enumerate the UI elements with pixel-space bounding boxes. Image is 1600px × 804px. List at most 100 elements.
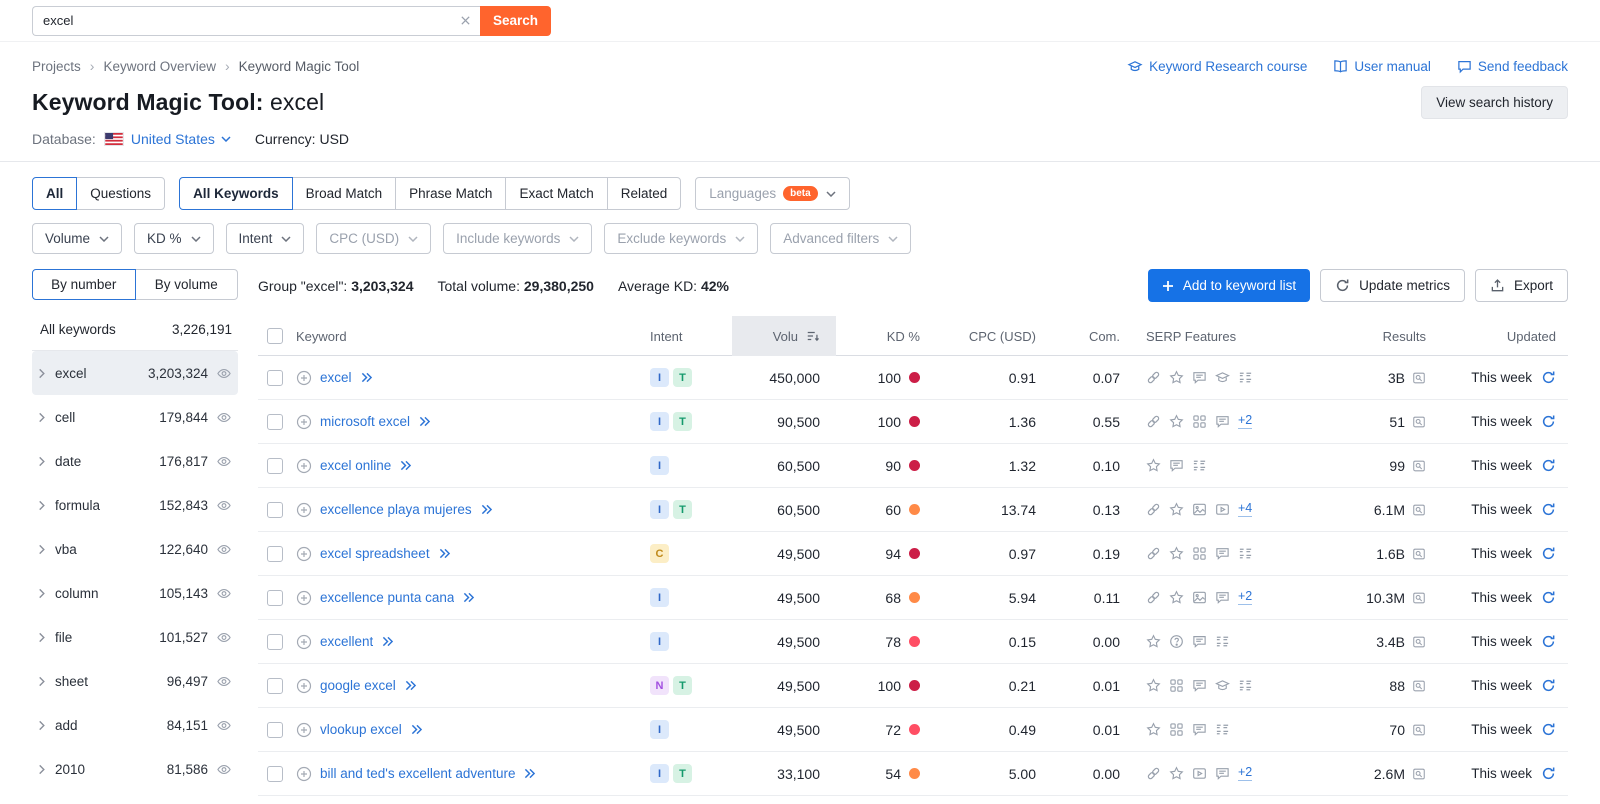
star-icon[interactable] — [1169, 766, 1184, 781]
keyword-link[interactable]: google excel — [320, 678, 396, 693]
clear-search-icon[interactable] — [460, 15, 471, 26]
send-feedback-link[interactable]: Send feedback — [1457, 59, 1568, 74]
breadcrumb-item-keyword-magic-tool[interactable]: Keyword Magic Tool — [239, 59, 360, 74]
sidebar-item-cell[interactable]: cell 179,844 — [32, 395, 238, 439]
search-input[interactable] — [32, 5, 480, 36]
select-all-checkbox[interactable] — [267, 328, 283, 344]
serp-preview-icon[interactable] — [1412, 591, 1426, 605]
refresh-icon[interactable] — [1541, 678, 1556, 693]
reviews-icon[interactable] — [1192, 634, 1207, 649]
video-icon[interactable] — [1215, 502, 1230, 517]
link-icon[interactable] — [1146, 766, 1161, 781]
star-icon[interactable] — [1169, 370, 1184, 385]
sitelinks-icon[interactable] — [1238, 370, 1253, 385]
filter-kd[interactable]: KD % — [134, 223, 214, 254]
reviews-icon[interactable] — [1192, 370, 1207, 385]
hide-group-eye-icon[interactable] — [216, 410, 232, 425]
serp-more-link[interactable]: +2 — [1238, 589, 1253, 605]
star-icon[interactable] — [1169, 414, 1184, 429]
column-header-results[interactable]: Results — [1312, 316, 1434, 356]
expand-chevron-icon[interactable] — [38, 720, 46, 731]
expand-chevron-icon[interactable] — [38, 456, 46, 467]
hide-group-eye-icon[interactable] — [216, 762, 232, 777]
chevrons-right-icon[interactable] — [410, 724, 423, 735]
keyword-research-course-link[interactable]: Keyword Research course — [1127, 59, 1307, 74]
column-header-volume[interactable]: Volu — [732, 316, 836, 356]
grid-icon[interactable] — [1192, 546, 1207, 561]
keyword-link[interactable]: excel — [320, 370, 352, 385]
image-icon[interactable] — [1192, 502, 1207, 517]
serp-more-link[interactable]: +4 — [1238, 501, 1253, 517]
expand-chevron-icon[interactable] — [38, 368, 46, 379]
serp-preview-icon[interactable] — [1412, 767, 1426, 781]
star-icon[interactable] — [1146, 634, 1161, 649]
filter-advanced-filters[interactable]: Advanced filters — [770, 223, 912, 254]
sidebar-item-column[interactable]: column 105,143 — [32, 571, 238, 615]
column-header-com[interactable]: Com. — [1046, 316, 1130, 356]
export-button[interactable]: Export — [1474, 269, 1568, 302]
reviews-icon[interactable] — [1215, 546, 1230, 561]
keyword-link[interactable]: excellent — [320, 634, 373, 649]
serp-preview-icon[interactable] — [1412, 503, 1426, 517]
circle-plus-icon[interactable] — [296, 370, 312, 386]
reviews-icon[interactable] — [1215, 414, 1230, 429]
star-icon[interactable] — [1146, 722, 1161, 737]
serp-preview-icon[interactable] — [1412, 679, 1426, 693]
refresh-icon[interactable] — [1541, 370, 1556, 385]
hide-group-eye-icon[interactable] — [216, 542, 232, 557]
breadcrumb-item-keyword-overview[interactable]: Keyword Overview — [103, 59, 216, 74]
toggle-by-number[interactable]: By number — [32, 269, 136, 300]
tab-related[interactable]: Related — [606, 177, 682, 210]
chevrons-right-icon[interactable] — [462, 592, 475, 603]
serp-preview-icon[interactable] — [1412, 547, 1426, 561]
circle-plus-icon[interactable] — [296, 414, 312, 430]
keyword-link[interactable]: vlookup excel — [320, 722, 402, 737]
hide-group-eye-icon[interactable] — [216, 586, 232, 601]
refresh-icon[interactable] — [1541, 546, 1556, 561]
sidebar-item-formula[interactable]: formula 152,843 — [32, 483, 238, 527]
user-manual-link[interactable]: User manual — [1333, 59, 1431, 74]
serp-more-link[interactable]: +2 — [1238, 413, 1253, 429]
breadcrumb-item-projects[interactable]: Projects — [32, 59, 81, 74]
database-selector[interactable]: United States — [131, 131, 231, 147]
grid-icon[interactable] — [1192, 414, 1207, 429]
reviews-icon[interactable] — [1192, 678, 1207, 693]
keyword-link[interactable]: excellence playa mujeres — [320, 502, 472, 517]
refresh-icon[interactable] — [1541, 766, 1556, 781]
hide-group-eye-icon[interactable] — [216, 630, 232, 645]
chevrons-right-icon[interactable] — [480, 504, 493, 515]
update-metrics-button[interactable]: Update metrics — [1320, 269, 1465, 302]
expand-chevron-icon[interactable] — [38, 544, 46, 555]
column-header-updated[interactable]: Updated — [1434, 316, 1560, 356]
refresh-icon[interactable] — [1541, 502, 1556, 517]
circle-plus-icon[interactable] — [296, 766, 312, 782]
hide-group-eye-icon[interactable] — [216, 718, 232, 733]
tab-exact-match[interactable]: Exact Match — [505, 177, 608, 210]
circle-plus-icon[interactable] — [296, 458, 312, 474]
expand-chevron-icon[interactable] — [38, 500, 46, 511]
sidebar-item-date[interactable]: date 176,817 — [32, 439, 238, 483]
view-search-history-button[interactable]: View search history — [1421, 86, 1568, 119]
reviews-icon[interactable] — [1215, 590, 1230, 605]
link-icon[interactable] — [1146, 590, 1161, 605]
circle-plus-icon[interactable] — [296, 590, 312, 606]
hide-group-eye-icon[interactable] — [216, 498, 232, 513]
chevrons-right-icon[interactable] — [404, 680, 417, 691]
expand-chevron-icon[interactable] — [38, 588, 46, 599]
keyword-link[interactable]: excellence punta cana — [320, 590, 454, 605]
tab-all[interactable]: All — [32, 177, 78, 210]
sidebar-item-all-keywords[interactable]: All keywords 3,226,191 — [32, 312, 238, 351]
row-checkbox[interactable] — [267, 677, 283, 694]
serp-preview-icon[interactable] — [1412, 635, 1426, 649]
keyword-link[interactable]: excel spreadsheet — [320, 546, 430, 561]
serp-preview-icon[interactable] — [1412, 371, 1426, 385]
circle-plus-icon[interactable] — [296, 502, 312, 518]
knowledge-icon[interactable] — [1215, 370, 1230, 385]
row-checkbox[interactable] — [267, 369, 283, 386]
hide-group-eye-icon[interactable] — [216, 454, 232, 469]
sidebar-item-add[interactable]: add 84,151 — [32, 703, 238, 747]
sidebar-item-vba[interactable]: vba 122,640 — [32, 527, 238, 571]
expand-chevron-icon[interactable] — [38, 764, 46, 775]
star-icon[interactable] — [1146, 458, 1161, 473]
refresh-icon[interactable] — [1541, 634, 1556, 649]
